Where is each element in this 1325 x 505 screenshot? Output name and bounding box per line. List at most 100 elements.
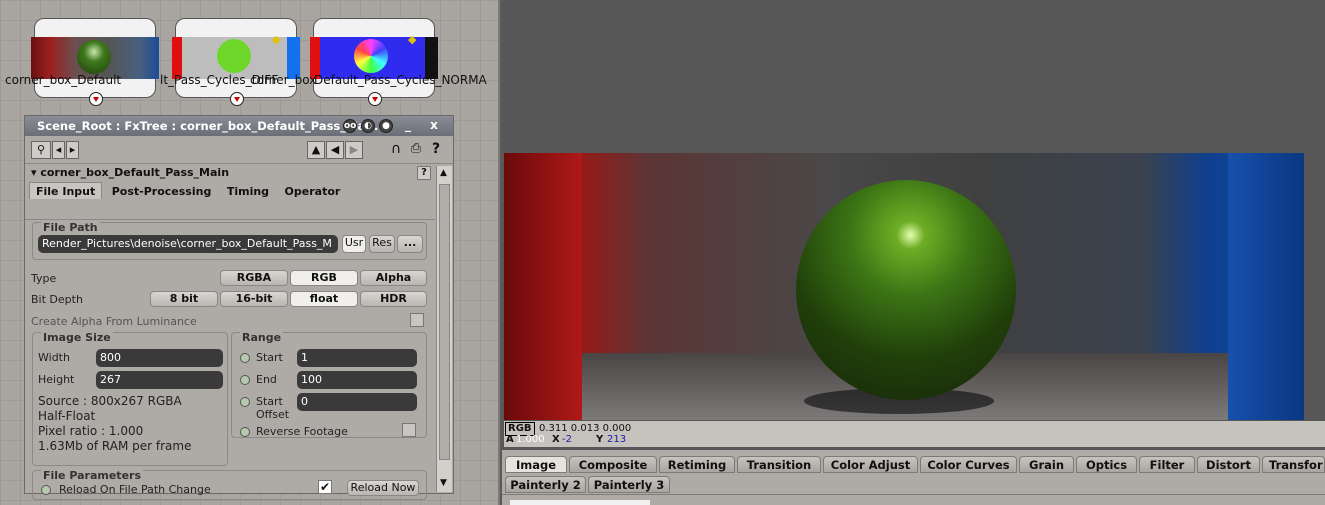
- sphere-preview: [354, 39, 388, 73]
- tab-transform[interactable]: Transfor: [1262, 456, 1325, 473]
- reverse-footage-label: Reverse Footage: [256, 425, 348, 438]
- pixel-info-bar: RGB 0.311 0.013 0.000 A 1.000 X -2 Y 213: [504, 421, 1325, 447]
- type-rgba-button[interactable]: RGBA: [220, 270, 288, 286]
- tab-optics[interactable]: Optics: [1076, 456, 1137, 473]
- bit-8-button[interactable]: 8 bit: [150, 291, 218, 307]
- magnet-icon[interactable]: ∩: [387, 141, 405, 159]
- alpha-luminance-checkbox[interactable]: [410, 313, 424, 327]
- right-arrow-icon[interactable]: ▶: [345, 141, 363, 159]
- tab-post-processing[interactable]: Post-Processing: [106, 183, 218, 200]
- tab-filter[interactable]: Filter: [1139, 456, 1195, 473]
- tab-retiming[interactable]: Retiming: [659, 456, 735, 473]
- prev-arrow-icon[interactable]: ◂: [52, 141, 65, 159]
- tab-composite[interactable]: Composite: [569, 456, 657, 473]
- tab-transition[interactable]: Transition: [737, 456, 821, 473]
- start-animate-icon[interactable]: [240, 353, 250, 363]
- file-parameters-group-title: File Parameters: [41, 469, 143, 482]
- left-wall: [504, 153, 582, 420]
- tab-color-curves[interactable]: Color Curves: [920, 456, 1017, 473]
- file-path-input[interactable]: Render_Pictures\denoise\corner_box_Defau…: [38, 235, 338, 253]
- diamond-icon: ◆: [272, 33, 281, 46]
- type-rgb-button[interactable]: RGB: [290, 270, 358, 286]
- left-arrow-icon[interactable]: ◀: [326, 141, 344, 159]
- diamond-icon: ◆: [408, 33, 417, 46]
- bit-depth-label: Bit Depth: [31, 293, 83, 306]
- file-parameters-group: File Parameters Reload On File Path Chan…: [32, 469, 427, 500]
- output-port-icon[interactable]: [230, 92, 244, 106]
- tab-image[interactable]: Image: [505, 456, 567, 473]
- type-alpha-button[interactable]: Alpha: [360, 270, 427, 286]
- x-label: X: [552, 434, 560, 445]
- image-viewer[interactable]: RGB 0.311 0.013 0.000 A 1.000 X -2 Y 213…: [502, 0, 1325, 505]
- usr-button[interactable]: Usr: [342, 235, 366, 253]
- reload-change-checkbox[interactable]: ✔: [318, 480, 332, 494]
- lock-icon[interactable]: ⚲: [31, 141, 51, 159]
- tab-operator[interactable]: Operator: [279, 183, 347, 200]
- close-button[interactable]: x: [425, 118, 443, 134]
- panel-titlebar[interactable]: Scene_Root : FxTree : corner_box_Default…: [25, 116, 453, 136]
- scroll-up-icon[interactable]: ▲: [440, 168, 447, 178]
- bit-hdr-button[interactable]: HDR: [360, 291, 427, 307]
- tab-timing[interactable]: Timing: [221, 183, 275, 200]
- alpha-luminance-label: Create Alpha From Luminance: [31, 315, 197, 328]
- bit-16-button[interactable]: 16-bit: [220, 291, 288, 307]
- x-value: -2: [562, 434, 572, 445]
- range-group: Range Start 1 End 100 Start Offset 0 Rev…: [231, 331, 427, 438]
- offset-animate-icon[interactable]: [240, 397, 250, 407]
- range-offset-input[interactable]: 0: [297, 393, 417, 411]
- panel-scrollbar[interactable]: ▲ ▼: [436, 166, 452, 492]
- green-sphere: [796, 180, 1016, 400]
- tab-painterly-2[interactable]: Painterly 2: [505, 476, 586, 493]
- help-icon[interactable]: ?: [427, 141, 445, 159]
- collapse-arrow-icon[interactable]: ▾: [31, 166, 40, 179]
- alpha-value: 1.000: [516, 434, 545, 445]
- tab-color-adjust[interactable]: Color Adjust: [823, 456, 918, 473]
- rendered-image[interactable]: [504, 153, 1304, 420]
- bit-float-button[interactable]: float: [290, 291, 358, 307]
- node-label: corner_box_Default: [5, 73, 122, 87]
- res-button[interactable]: Res: [369, 235, 395, 253]
- browse-button[interactable]: ...: [397, 235, 423, 253]
- end-animate-icon[interactable]: [240, 375, 250, 385]
- tab-content-area: [510, 500, 650, 505]
- output-port-icon[interactable]: [89, 92, 103, 106]
- up-arrow-icon[interactable]: ▲: [307, 141, 325, 159]
- fx-tree-graph[interactable]: ◆ ◆ corner_box_Default lt_Pass_Cycles_DI…: [0, 0, 500, 505]
- scroll-down-icon[interactable]: ▼: [440, 478, 447, 488]
- pin-icon[interactable]: ⎙: [407, 141, 425, 159]
- glasses-icon[interactable]: oo: [343, 119, 357, 133]
- panel-toolbar: ⚲ ◂ ▸ ▲ ◀ ▶ ∩ ⎙ ?: [25, 136, 453, 164]
- user-icon[interactable]: ●: [379, 119, 393, 133]
- next-arrow-icon[interactable]: ▸: [66, 141, 79, 159]
- range-start-input[interactable]: 1: [297, 349, 417, 367]
- reload-animate-icon[interactable]: [41, 485, 51, 495]
- height-input[interactable]: 267: [96, 371, 223, 389]
- minimize-button[interactable]: _: [399, 118, 417, 134]
- property-header[interactable]: ▾ corner_box_Default_Pass_Main ?: [25, 164, 453, 182]
- tab-painterly-3[interactable]: Painterly 3: [588, 476, 670, 493]
- property-editor-panel: Scene_Root : FxTree : corner_box_Default…: [24, 115, 454, 500]
- scrollbar-thumb[interactable]: [439, 184, 450, 460]
- reverse-footage-checkbox[interactable]: [402, 423, 416, 437]
- sphere-preview: [217, 39, 251, 73]
- output-port-icon[interactable]: [368, 92, 382, 106]
- ram-info: 1.63Mb of RAM per frame: [38, 439, 192, 453]
- file-path-group: File Path Render_Pictures\denoise\corner…: [32, 221, 427, 260]
- range-end-input[interactable]: 100: [297, 371, 417, 389]
- tab-grain[interactable]: Grain: [1019, 456, 1074, 473]
- alpha-label: A: [506, 434, 514, 445]
- image-size-group: Image Size Width 800 Height 267 Source :…: [32, 331, 228, 466]
- width-input[interactable]: 800: [96, 349, 223, 367]
- reload-now-button[interactable]: Reload Now: [347, 480, 419, 496]
- globe-icon[interactable]: ◐: [361, 119, 375, 133]
- y-label: Y: [596, 434, 604, 445]
- tab-distort[interactable]: Distort: [1197, 456, 1260, 473]
- image-size-group-title: Image Size: [41, 331, 113, 344]
- start-offset-label-2: Offset: [256, 408, 290, 421]
- reverse-animate-icon[interactable]: [240, 427, 250, 437]
- property-help-button[interactable]: ?: [417, 166, 431, 180]
- property-tabs: File Input Post-Processing Timing Operat…: [25, 182, 453, 200]
- sphere-preview: [77, 40, 111, 74]
- start-label: Start: [256, 351, 283, 364]
- tab-file-input[interactable]: File Input: [29, 182, 103, 199]
